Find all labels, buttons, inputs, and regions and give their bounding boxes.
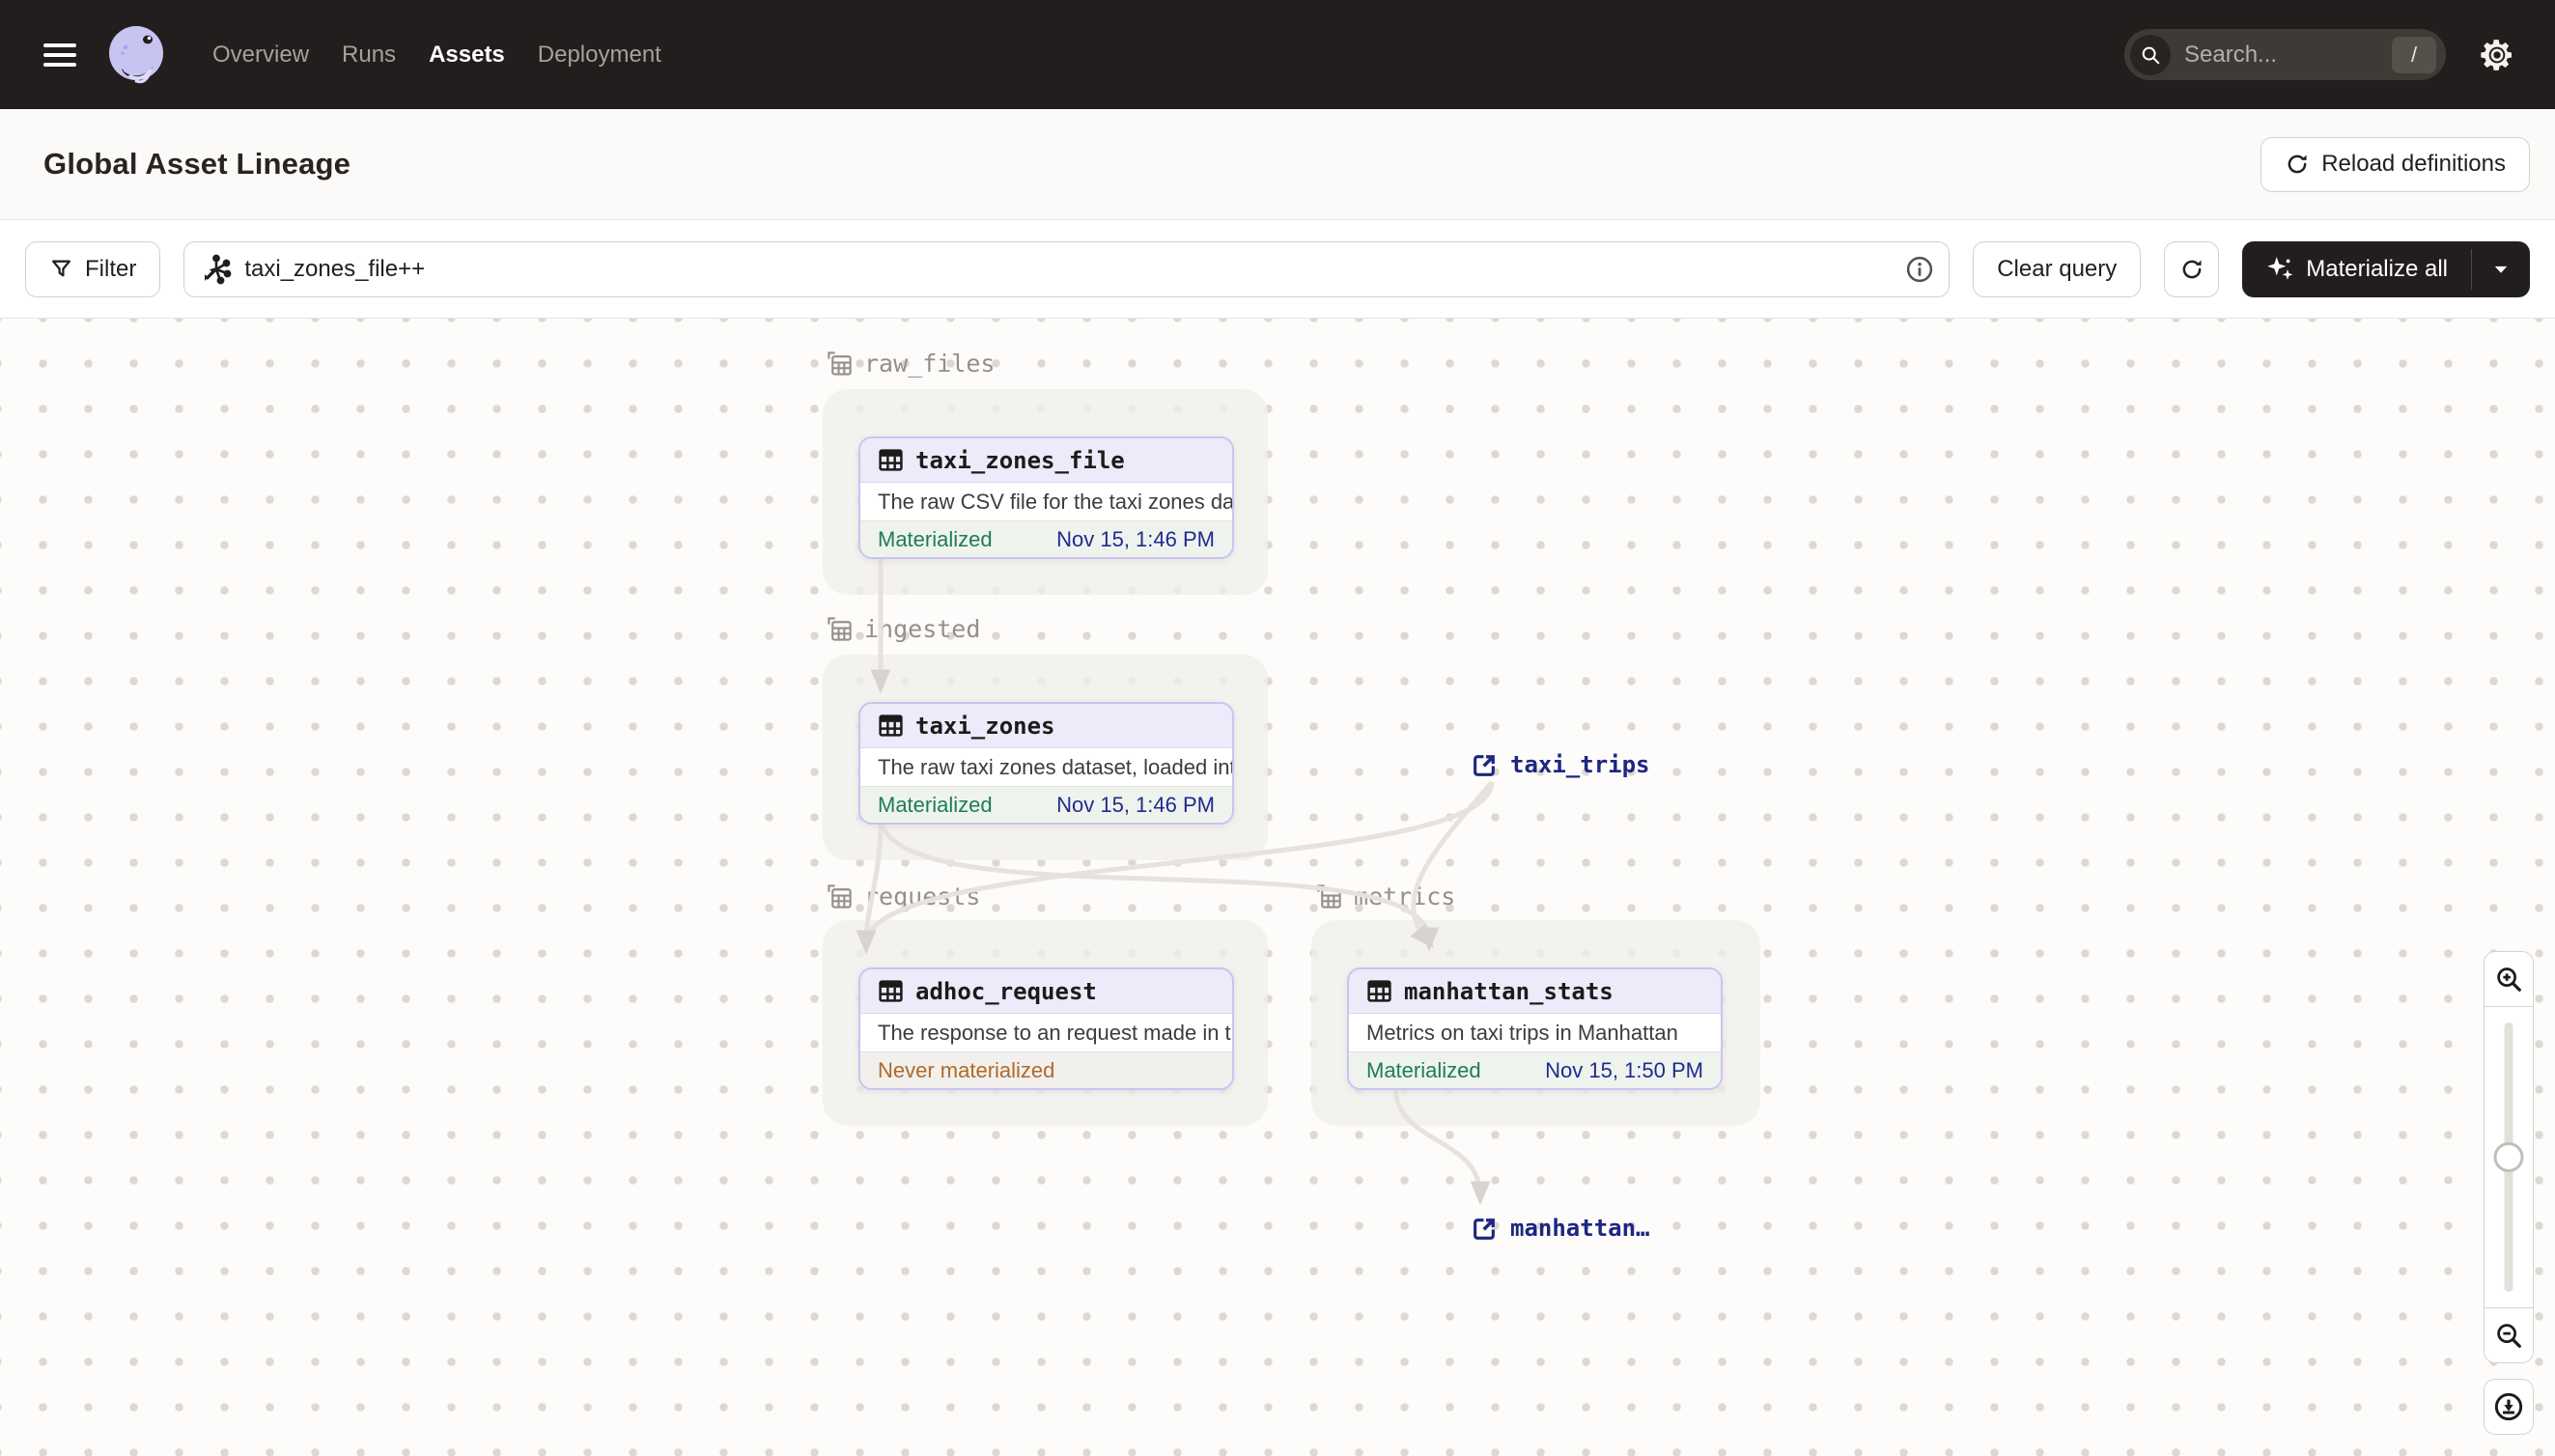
- zoom-out-button[interactable]: [2485, 1308, 2533, 1362]
- asset-description: Metrics on taxi trips in Manhattan: [1366, 1020, 1678, 1045]
- asset-node-taxi-zones[interactable]: taxi_zones The raw taxi zones dataset, l…: [858, 702, 1234, 825]
- reload-icon: [2285, 152, 2310, 177]
- zoom-slider-thumb[interactable]: [2493, 1142, 2524, 1172]
- table-icon: [878, 713, 904, 739]
- nav-item-assets[interactable]: Assets: [429, 42, 505, 69]
- reload-definitions-button[interactable]: Reload definitions: [2260, 136, 2530, 192]
- asset-description: The response to an request made in th…: [878, 1020, 1232, 1045]
- group-label-requests: requests: [826, 882, 980, 910]
- group-label-raw-files: raw_files: [826, 350, 995, 378]
- materialization-timestamp: Nov 15, 1:50 PM: [1545, 1057, 1703, 1082]
- materialization-timestamp: Nov 15, 1:46 PM: [1056, 792, 1215, 817]
- clear-query-label: Clear query: [1997, 255, 2118, 282]
- external-asset-link-taxi-trips[interactable]: taxi_trips: [1472, 751, 1650, 778]
- zoom-in-icon: [2494, 965, 2523, 994]
- slash-shortcut-badge: /: [2392, 36, 2436, 73]
- status-label: Materialized: [878, 526, 993, 551]
- search-input[interactable]: [2184, 41, 2392, 69]
- group-label-metrics: metrics: [1315, 882, 1455, 910]
- filter-button[interactable]: Filter: [25, 240, 161, 297]
- filter-label: Filter: [85, 255, 137, 282]
- asset-node-manhattan-stats[interactable]: manhattan_stats Metrics on taxi trips in…: [1347, 967, 1723, 1090]
- asset-name: taxi_zones: [915, 712, 1055, 740]
- table-icon: [878, 978, 904, 1004]
- filter-icon: [49, 257, 73, 281]
- group-label-ingested: ingested: [826, 615, 980, 643]
- gear-icon[interactable]: [2478, 36, 2516, 74]
- asset-query-input[interactable]: [183, 240, 1951, 297]
- refresh-button[interactable]: [2164, 240, 2220, 297]
- external-link-icon: [1472, 1216, 1498, 1242]
- group-icon: [826, 615, 854, 643]
- download-image-button[interactable]: [2484, 1379, 2534, 1435]
- materialize-options-button[interactable]: [2472, 241, 2530, 297]
- graph-query-icon: [201, 254, 232, 285]
- asset-node-taxi-zones-file[interactable]: taxi_zones_file The raw CSV file for the…: [858, 436, 1234, 559]
- group-icon: [826, 350, 854, 378]
- zoom-in-button[interactable]: [2485, 952, 2533, 1006]
- group-icon: [1315, 882, 1343, 910]
- search-icon: [2130, 34, 2171, 75]
- nav-item-runs[interactable]: Runs: [342, 42, 396, 69]
- asset-query-field: [183, 240, 1951, 297]
- group-icon: [826, 882, 854, 910]
- status-label: Materialized: [878, 792, 993, 817]
- caret-down-icon: [2491, 260, 2511, 279]
- asset-description: The raw CSV file for the taxi zones dat…: [878, 489, 1232, 514]
- zoom-slider[interactable]: [2485, 1006, 2533, 1308]
- asset-node-adhoc-request[interactable]: adhoc_request The response to an request…: [858, 967, 1234, 1090]
- zoom-out-icon: [2494, 1321, 2523, 1350]
- dagster-logo[interactable]: [104, 23, 168, 87]
- clear-query-button[interactable]: Clear query: [1973, 240, 2142, 297]
- external-link-icon: [1472, 752, 1498, 778]
- reload-definitions-label: Reload definitions: [2321, 151, 2506, 177]
- hamburger-icon[interactable]: [43, 42, 76, 67]
- nav-item-deployment[interactable]: Deployment: [538, 42, 661, 69]
- asset-description: The raw taxi zones dataset, loaded int…: [878, 754, 1232, 779]
- status-label: Never materialized: [878, 1057, 1055, 1082]
- materialization-timestamp: Nov 15, 1:46 PM: [1056, 526, 1215, 551]
- table-icon: [878, 447, 904, 473]
- external-asset-link-manhattan[interactable]: manhattan…: [1472, 1215, 1650, 1242]
- lineage-edges: [856, 555, 1495, 1206]
- refresh-icon: [2179, 257, 2204, 282]
- materialize-all-split-button: Materialize all: [2242, 240, 2530, 297]
- materialize-all-label: Materialize all: [2306, 255, 2448, 282]
- page-header: Global Asset Lineage Reload definitions: [0, 109, 2555, 220]
- top-nav: Overview Runs Assets Deployment /: [0, 0, 2555, 109]
- asset-name: taxi_zones_file: [915, 446, 1125, 474]
- nav-item-overview[interactable]: Overview: [212, 42, 309, 69]
- status-label: Materialized: [1366, 1057, 1481, 1082]
- nav-links: Overview Runs Assets Deployment: [212, 42, 661, 69]
- info-icon[interactable]: [1905, 255, 1934, 284]
- download-icon: [2493, 1391, 2524, 1422]
- global-search[interactable]: /: [2124, 29, 2446, 80]
- lineage-canvas[interactable]: raw_files ingested requests metrics taxi…: [0, 319, 2555, 1456]
- page-title: Global Asset Lineage: [43, 147, 351, 181]
- table-icon: [1366, 978, 1392, 1004]
- asset-name: manhattan_stats: [1404, 977, 1614, 1005]
- asset-name: adhoc_request: [915, 977, 1097, 1005]
- materialize-all-button[interactable]: Materialize all: [2242, 241, 2471, 297]
- sparkle-icon: [2265, 255, 2294, 284]
- lineage-toolbar: Filter Clear query Materialize all: [0, 220, 2555, 319]
- zoom-controls: [2484, 951, 2534, 1363]
